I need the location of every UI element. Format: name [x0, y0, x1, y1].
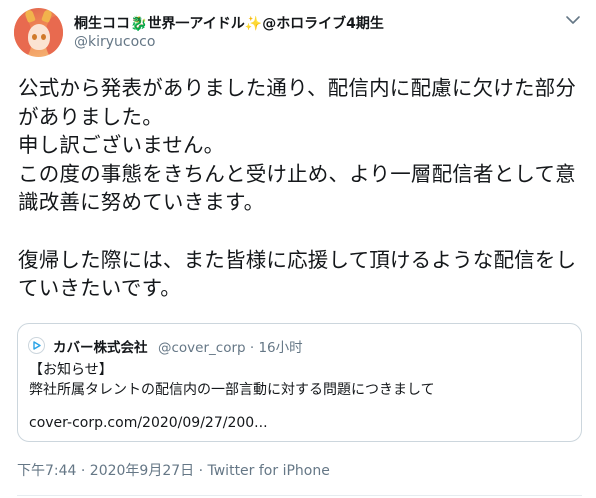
avatar-eye-right [41, 34, 46, 40]
quoted-account-name: カバー株式会社 [53, 340, 148, 356]
tweet-body-text: 公式から発表がありました通り、配信内に配慮に欠けた部分がありました。 申し訳ござ… [18, 76, 577, 301]
dragon-icon: 🐉 [130, 16, 148, 32]
quoted-account-avatar [28, 337, 45, 354]
tweet-footer: 下午7:44 · 2020年9月27日 · Twitter for iPhone [17, 460, 330, 480]
author-display-name[interactable]: 桐生ココ🐉世界一アイドル✨@ホロライブ4期生 [74, 13, 384, 33]
footer-separator: · [194, 463, 208, 479]
tweet-source-link[interactable]: Twitter for iPhone [208, 463, 330, 479]
author-name-suffix: 世界一アイドル [147, 16, 245, 32]
author-name-text: 桐生ココ [74, 16, 130, 32]
chevron-down-icon[interactable] [565, 12, 581, 26]
author-avatar[interactable] [14, 8, 63, 57]
author-handle[interactable]: @kiryucoco [74, 34, 155, 50]
author-name-group: @ホロライブ4期生 [262, 16, 384, 32]
quoted-handle-time: @cover_corp · 16小时 [158, 340, 303, 356]
quoted-text-line: 【お知らせ】 [29, 362, 113, 378]
tweet-timestamp[interactable]: 下午7:44 · 2020年9月27日 [17, 463, 194, 479]
quoted-text-line: 弊社所属タレントの配信内の一部言動に対する問題につきまして [29, 382, 435, 398]
quoted-link[interactable]: cover-corp.com/2020/09/27/200... [29, 415, 268, 431]
divider [17, 495, 582, 496]
quoted-tweet-card[interactable]: カバー株式会社 @cover_corp · 16小时 【お知らせ】 弊社所属タレ… [17, 323, 582, 442]
avatar-eye-left [32, 34, 37, 40]
sparkle-icon: ✨ [244, 16, 263, 32]
tweet-card: 桐生ココ🐉世界一アイドル✨@ホロライブ4期生 @kiryucoco 公式から発表… [0, 0, 596, 498]
